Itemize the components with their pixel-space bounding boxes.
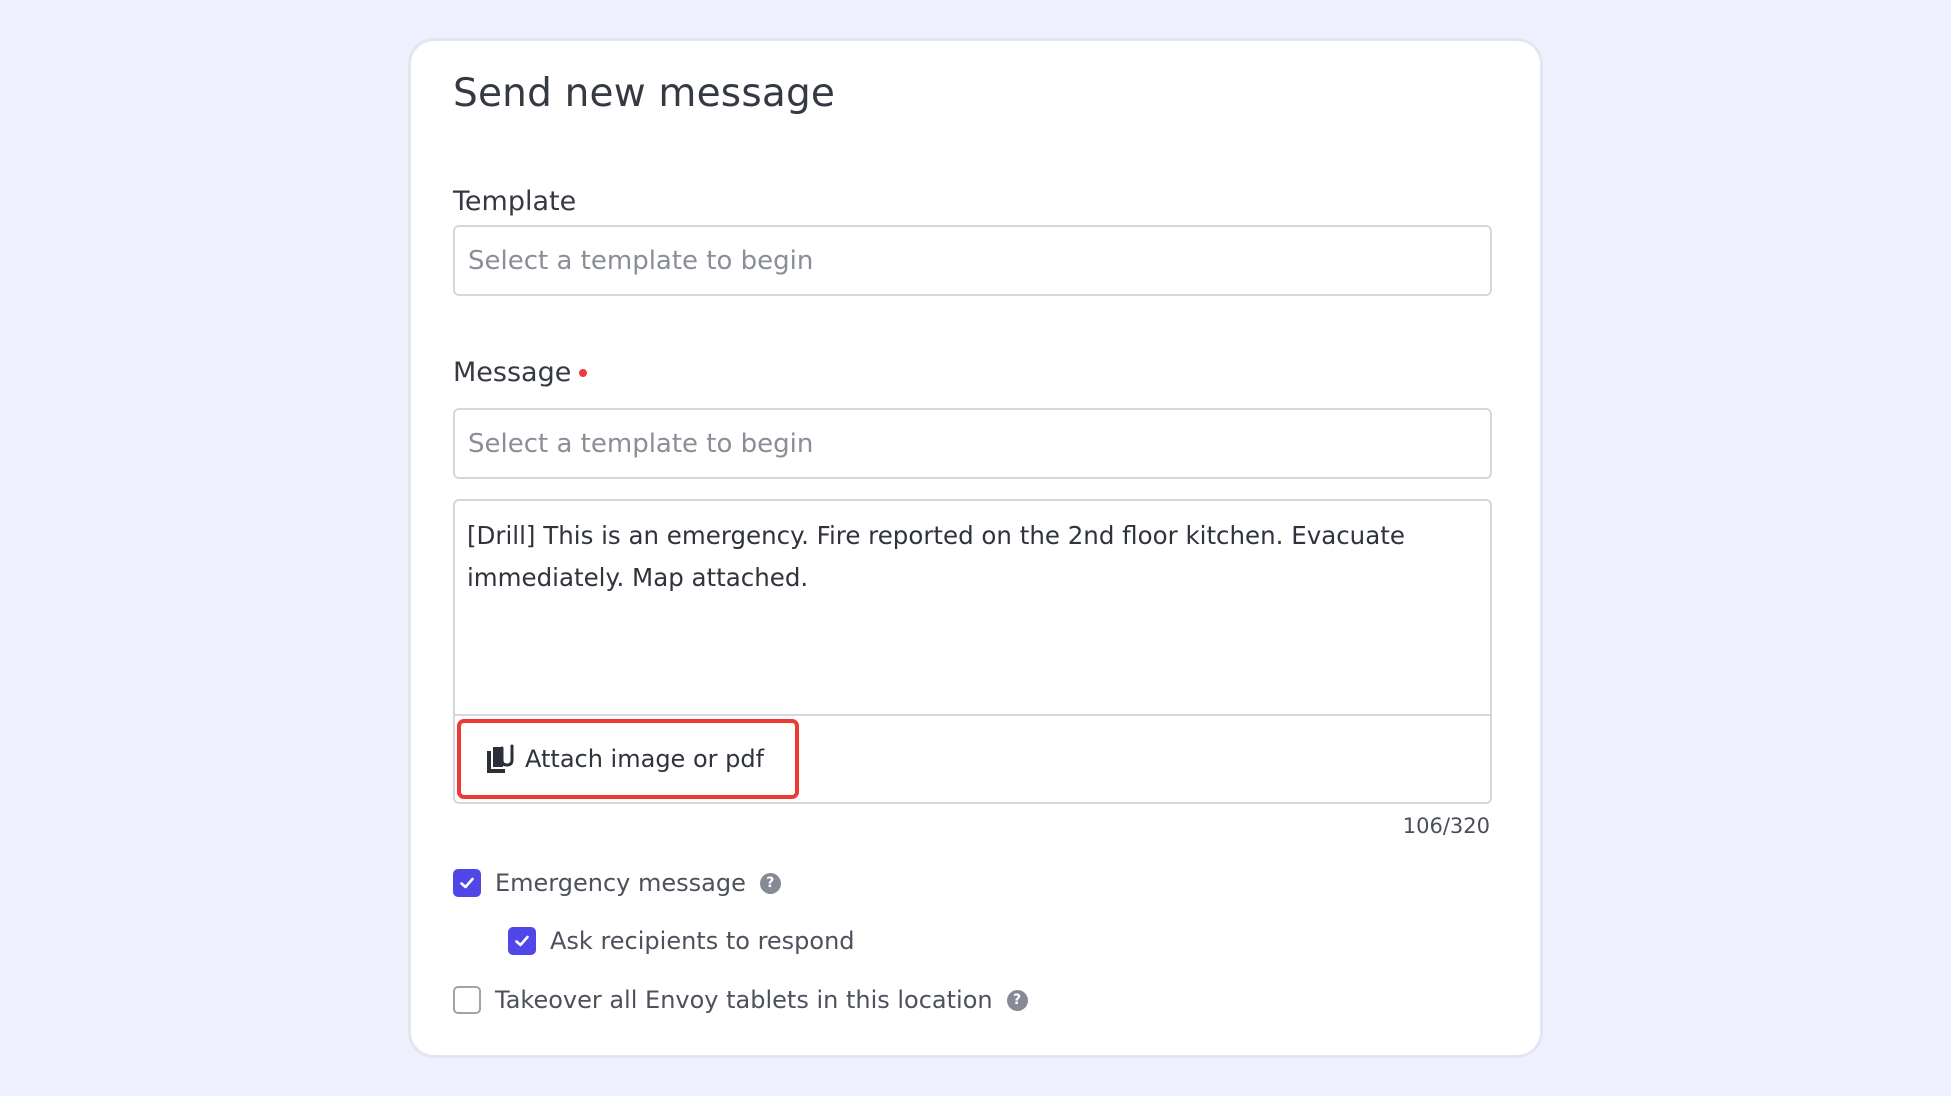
message-template-placeholder: Select a template to begin <box>468 428 814 459</box>
send-message-card: Send new message Template Select a templ… <box>408 38 1543 1058</box>
page-title: Send new message <box>453 71 836 116</box>
takeover-help-icon[interactable]: ? <box>1006 989 1028 1011</box>
emergency-help-icon[interactable]: ? <box>759 872 781 894</box>
ask-respond-checkbox[interactable] <box>508 927 536 955</box>
checkmark-icon <box>515 935 529 947</box>
emergency-message-option: Emergency message ? <box>453 869 781 897</box>
character-count: 106/320 <box>1402 814 1490 838</box>
required-indicator <box>579 368 588 377</box>
template-label-text: Template <box>453 186 577 217</box>
attach-file-label: Attach image or pdf <box>525 745 765 773</box>
help-glyph: ? <box>766 875 775 891</box>
ask-respond-option: Ask recipients to respond <box>508 927 855 955</box>
checkmark-icon <box>460 877 474 889</box>
emergency-message-label: Emergency message <box>495 869 746 897</box>
ask-respond-label: Ask recipients to respond <box>550 927 855 955</box>
takeover-tablets-label: Takeover all Envoy tablets in this locat… <box>495 986 993 1014</box>
attach-divider <box>455 714 1490 716</box>
takeover-tablets-option: Takeover all Envoy tablets in this locat… <box>453 986 1028 1014</box>
help-glyph: ? <box>1013 992 1022 1008</box>
template-label: Template <box>453 186 576 217</box>
takeover-tablets-checkbox[interactable] <box>453 986 481 1014</box>
message-label-text: Message <box>453 357 572 388</box>
message-template-select[interactable]: Select a template to begin <box>453 408 1492 479</box>
template-select[interactable]: Select a template to begin <box>453 225 1492 296</box>
attach-file-button[interactable]: Attach image or pdf <box>457 719 799 799</box>
message-body-text[interactable]: [Drill] This is an emergency. Fire repor… <box>467 515 1467 599</box>
emergency-message-checkbox[interactable] <box>453 869 481 897</box>
template-select-placeholder: Select a template to begin <box>468 245 814 276</box>
paperclip-document-icon <box>483 742 517 776</box>
message-textarea[interactable]: [Drill] This is an emergency. Fire repor… <box>453 499 1492 804</box>
message-label: Message <box>453 357 588 388</box>
